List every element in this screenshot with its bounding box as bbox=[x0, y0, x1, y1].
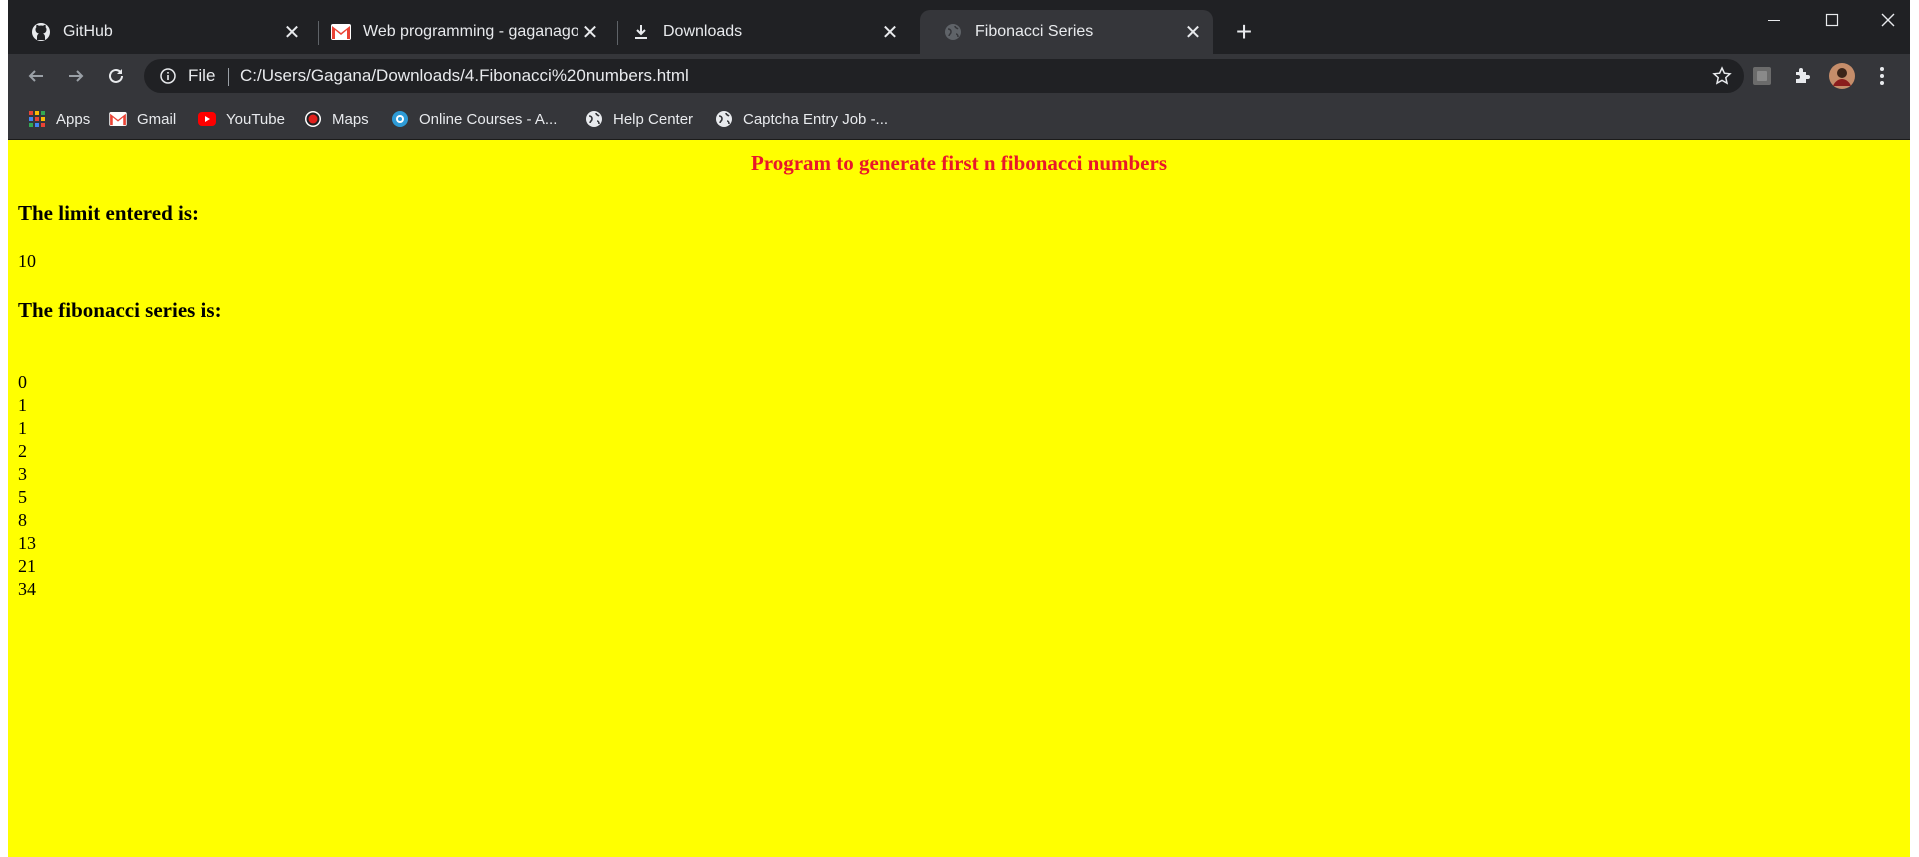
series-item: 0 bbox=[18, 372, 27, 392]
online-courses-icon bbox=[391, 110, 409, 128]
github-icon bbox=[31, 22, 51, 42]
bookmark-youtube[interactable]: YouTube bbox=[198, 108, 285, 130]
tab-title: Downloads bbox=[663, 23, 743, 40]
close-tab-icon[interactable]: ✕ bbox=[1181, 20, 1205, 44]
back-arrow-icon bbox=[28, 70, 43, 82]
reload-button[interactable] bbox=[102, 62, 130, 90]
menu-kebab-icon[interactable] bbox=[1870, 64, 1894, 88]
apps-grid-icon bbox=[28, 110, 46, 128]
series-item: 13 bbox=[18, 533, 36, 553]
maps-icon bbox=[304, 110, 322, 128]
extensions-puzzle-icon[interactable] bbox=[1790, 64, 1814, 88]
maximize-icon bbox=[1825, 13, 1839, 27]
bookmark-label: Maps bbox=[332, 110, 369, 128]
minimize-icon bbox=[1768, 20, 1780, 21]
bookmark-label: Captcha Entry Job -... bbox=[743, 110, 889, 128]
gmail-icon bbox=[109, 110, 127, 128]
series-item: 2 bbox=[18, 441, 27, 461]
url-text[interactable]: C:/Users/Gagana/Downloads/4.Fibonacci%20… bbox=[240, 66, 689, 86]
bookmark-captcha-entry-job[interactable]: Captcha Entry Job -... bbox=[715, 108, 888, 130]
download-icon bbox=[631, 22, 651, 42]
profile-avatar[interactable] bbox=[1828, 62, 1856, 90]
tab-title: GitHub bbox=[63, 23, 113, 40]
close-tab-icon[interactable]: ✕ bbox=[578, 20, 602, 44]
bookmark-maps[interactable]: Maps bbox=[304, 108, 369, 130]
forward-arrow-icon bbox=[69, 70, 84, 82]
bookmark-help-center[interactable]: Help Center bbox=[585, 108, 693, 130]
omnibox-divider bbox=[228, 68, 229, 86]
fibonacci-series-list: 0 1 1 2 3 5 8 13 21 34 bbox=[18, 371, 36, 601]
bookmark-star-icon[interactable] bbox=[1712, 66, 1732, 91]
toolbar: File C:/Users/Gagana/Downloads/4.Fibonac… bbox=[8, 54, 1910, 98]
close-icon bbox=[1881, 13, 1895, 27]
bookmark-gmail[interactable]: Gmail bbox=[109, 108, 176, 130]
series-item: 8 bbox=[18, 510, 27, 530]
tab-github[interactable]: GitHub ✕ bbox=[8, 10, 312, 54]
limit-heading: The limit entered is: bbox=[18, 201, 200, 225]
bookmark-label: Gmail bbox=[137, 110, 177, 128]
forward-button[interactable] bbox=[62, 62, 90, 90]
series-item: 1 bbox=[18, 395, 27, 415]
tab-web-programming[interactable]: Web programming - gaganagowda ✕ bbox=[308, 10, 610, 54]
globe-icon bbox=[585, 110, 603, 128]
page-heading: Program to generate first n fibonacci nu… bbox=[750, 151, 1168, 175]
scheme-label: File bbox=[188, 66, 216, 85]
bookmark-label: YouTube bbox=[226, 110, 285, 128]
info-icon[interactable] bbox=[160, 68, 176, 89]
globe-icon bbox=[943, 22, 963, 42]
series-item: 34 bbox=[18, 579, 36, 599]
tab-downloads[interactable]: Downloads ✕ bbox=[608, 10, 910, 54]
close-tab-icon[interactable]: ✕ bbox=[280, 20, 304, 44]
maximize-button[interactable] bbox=[1804, 0, 1860, 40]
browser-window: GitHub ✕ Web programming - gaganagowda ✕… bbox=[8, 0, 1910, 857]
tab-fibonacci-series[interactable]: Fibonacci Series ✕ bbox=[920, 10, 1213, 54]
close-tab-icon[interactable]: ✕ bbox=[878, 20, 902, 44]
tab-title: Web programming - gaganagowda bbox=[363, 23, 578, 40]
address-bar[interactable]: File C:/Users/Gagana/Downloads/4.Fibonac… bbox=[144, 59, 1744, 93]
series-item: 1 bbox=[18, 418, 27, 438]
bookmarks-bar: Apps Gmail YouTube Maps Online Courses -… bbox=[8, 98, 1910, 140]
series-item: 5 bbox=[18, 487, 27, 507]
series-item: 3 bbox=[18, 464, 27, 484]
tab-strip: GitHub ✕ Web programming - gaganagowda ✕… bbox=[8, 0, 1910, 54]
back-button[interactable] bbox=[22, 62, 50, 90]
limit-value: 10 bbox=[18, 251, 36, 271]
reload-icon bbox=[109, 68, 123, 83]
globe-icon bbox=[715, 110, 733, 128]
bookmark-label: Apps bbox=[56, 110, 91, 128]
extension-icon[interactable] bbox=[1750, 64, 1774, 88]
bookmark-label: Online Courses - A... bbox=[419, 110, 558, 128]
new-tab-button[interactable]: + bbox=[1230, 18, 1258, 46]
bookmark-label: Help Center bbox=[613, 110, 694, 128]
youtube-icon bbox=[198, 110, 216, 128]
gmail-icon bbox=[331, 22, 351, 42]
tab-title: Fibonacci Series bbox=[975, 23, 1094, 40]
bookmark-apps[interactable]: Apps bbox=[28, 108, 90, 130]
close-window-button[interactable] bbox=[1860, 0, 1916, 40]
bookmark-online-courses[interactable]: Online Courses - A... bbox=[391, 108, 557, 130]
minimize-button[interactable] bbox=[1746, 0, 1802, 40]
series-item: 21 bbox=[18, 556, 36, 576]
page-content: Program to generate first n fibonacci nu… bbox=[8, 140, 1910, 857]
series-heading: The fibonacci series is: bbox=[18, 298, 222, 322]
